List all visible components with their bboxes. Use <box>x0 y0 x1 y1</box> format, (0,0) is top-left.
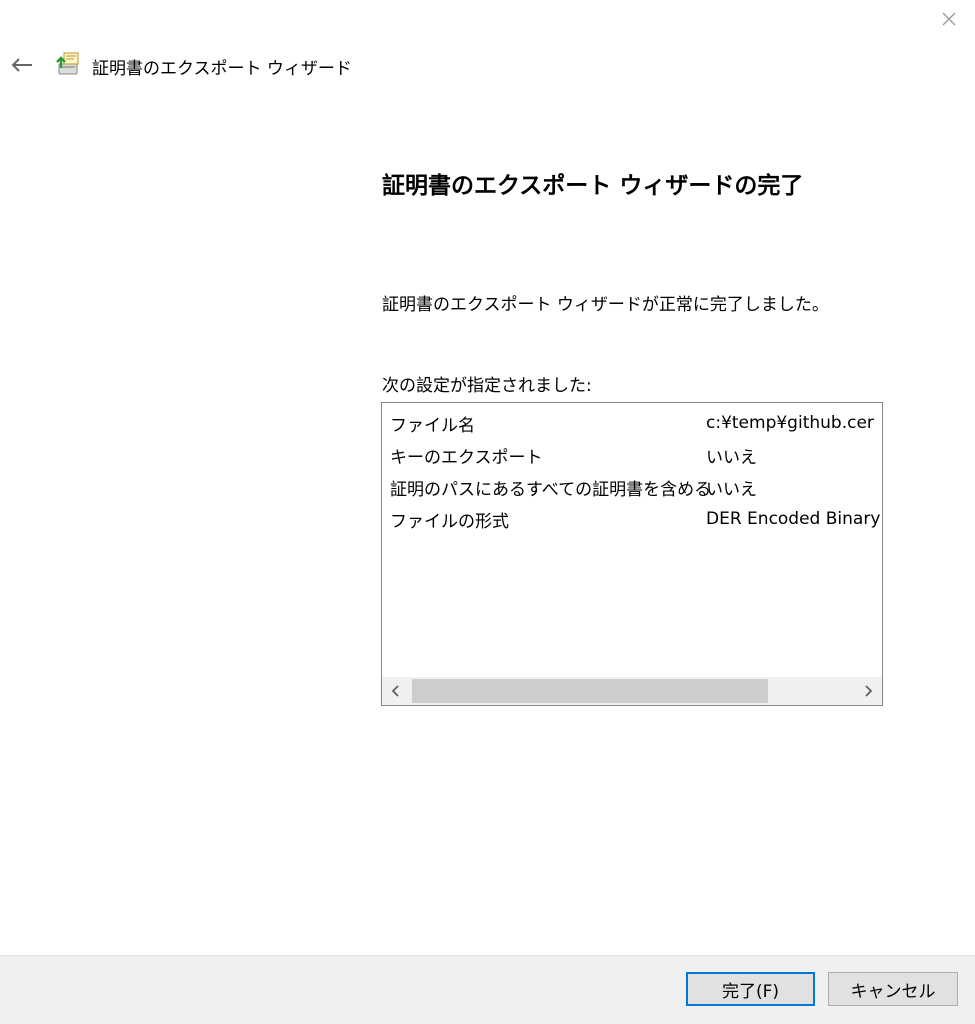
setting-name: ファイルの形式 <box>390 511 509 532</box>
settings-row-include-all-certs[interactable]: 証明のパスにあるすべての証明書を含める いいえ <box>382 471 882 503</box>
settings-rows: ファイル名 c:¥temp¥github.cer キーのエクスポート いいえ 証… <box>382 407 882 675</box>
scroll-track[interactable] <box>410 677 854 705</box>
back-button[interactable] <box>6 50 38 80</box>
finish-button[interactable]: 完了(F) <box>686 972 815 1006</box>
setting-name: 証明のパスにあるすべての証明書を含める <box>390 479 712 500</box>
page-heading: 証明書のエクスポート ウィザードの完了 <box>382 173 804 199</box>
settings-label: 次の設定が指定されました: <box>382 376 592 396</box>
wizard-window: 証明書のエクスポート ウィザード 証明書のエクスポート ウィザードの完了 証明書… <box>0 0 975 1024</box>
settings-list[interactable]: ファイル名 c:¥temp¥github.cer キーのエクスポート いいえ 証… <box>381 402 883 706</box>
scroll-right-button[interactable] <box>854 677 882 705</box>
setting-name: ファイル名 <box>390 415 475 436</box>
setting-value: DER Encoded Binary X.509 (.CER) <box>706 509 882 529</box>
setting-value: いいえ <box>706 447 757 468</box>
chevron-left-icon <box>391 685 399 697</box>
close-icon <box>942 12 956 26</box>
setting-value: c:¥temp¥github.cer <box>706 413 874 433</box>
completion-message: 証明書のエクスポート ウィザードが正常に完了しました。 <box>382 295 829 315</box>
cancel-button[interactable]: キャンセル <box>828 972 958 1006</box>
setting-value: いいえ <box>706 479 757 500</box>
scroll-left-button[interactable] <box>382 677 410 705</box>
close-button[interactable] <box>931 4 967 34</box>
certificate-export-icon <box>55 50 83 78</box>
window-title: 証明書のエクスポート ウィザード <box>92 59 352 79</box>
settings-row-file-format[interactable]: ファイルの形式 DER Encoded Binary X.509 (.CER) <box>382 503 882 535</box>
settings-row-export-keys[interactable]: キーのエクスポート いいえ <box>382 439 882 471</box>
horizontal-scrollbar[interactable] <box>382 677 882 705</box>
chevron-right-icon <box>865 685 873 697</box>
settings-row-file-name[interactable]: ファイル名 c:¥temp¥github.cer <box>382 407 882 439</box>
back-arrow-icon <box>11 58 32 72</box>
scroll-thumb[interactable] <box>412 679 768 703</box>
setting-name: キーのエクスポート <box>390 447 543 468</box>
wizard-footer: 完了(F) キャンセル <box>0 955 975 1024</box>
